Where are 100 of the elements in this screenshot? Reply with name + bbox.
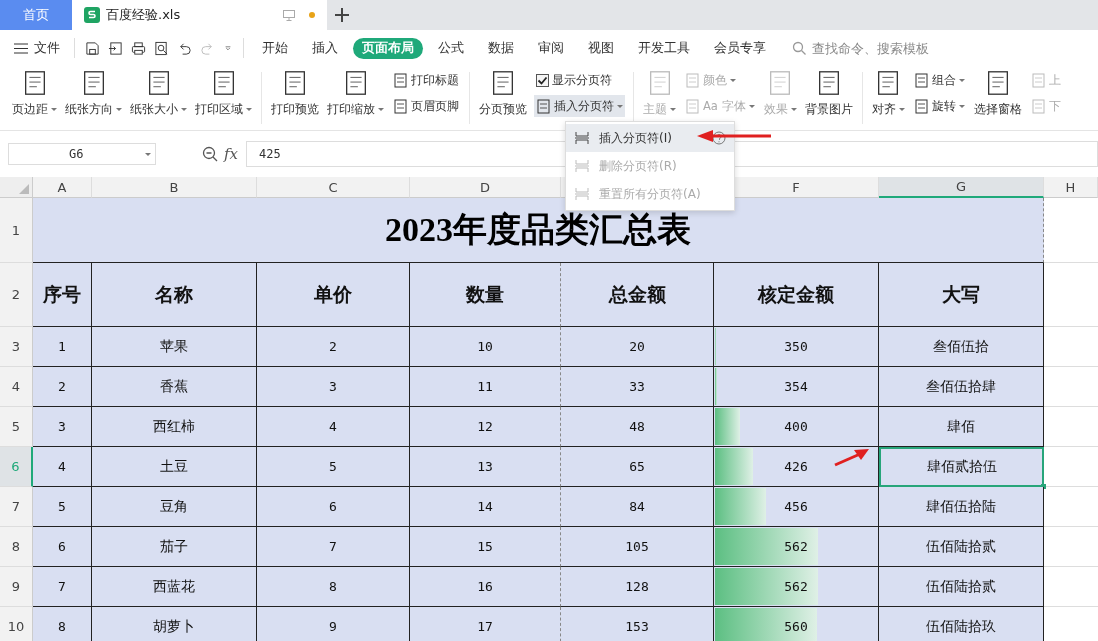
caret-icon	[958, 78, 965, 82]
table-header: 核定金额	[714, 263, 879, 327]
row-header[interactable]: 4	[0, 367, 33, 407]
page-icon	[913, 98, 929, 114]
page-icon	[393, 98, 408, 114]
ribbon-button[interactable]: 纸张大小	[126, 69, 191, 117]
table-cell: 9	[257, 607, 410, 641]
ribbon-tab[interactable]: 插入	[303, 37, 347, 59]
caret-icon	[790, 108, 797, 111]
ribbon-tab[interactable]: 会员专享	[705, 37, 775, 59]
function-label[interactable]: fx	[224, 145, 238, 163]
ribbon-button[interactable]: 选择窗格	[969, 69, 1026, 117]
table-cell: 4	[33, 447, 92, 487]
table-cell: 400	[714, 407, 879, 447]
column-header[interactable]: A	[33, 177, 92, 198]
row-header[interactable]: 2	[0, 263, 33, 327]
table-cell: 12	[410, 407, 561, 447]
ribbon-button[interactable]: 分页预览	[475, 69, 531, 117]
file-tab[interactable]: 百度经验.xls	[72, 0, 327, 30]
new-tab-icon[interactable]	[335, 8, 349, 22]
checkbox-icon	[536, 73, 549, 87]
name-box[interactable]: G6	[8, 143, 156, 165]
caret-icon	[958, 104, 965, 108]
ribbon-button[interactable]: 旋转	[911, 95, 967, 117]
column-header[interactable]: D	[410, 177, 561, 198]
table-cell: 4	[257, 407, 410, 447]
table-cell: 2	[33, 367, 92, 407]
table-cell: 伍佰陆拾贰	[879, 527, 1044, 567]
ribbon-tab[interactable]: 开始	[253, 37, 297, 59]
table-cell: 17	[410, 607, 561, 641]
row-header[interactable]: 5	[0, 407, 33, 447]
zoom-icon[interactable]	[202, 146, 218, 162]
table-cell: 426	[714, 447, 879, 487]
ribbon-button[interactable]: 打印预览	[267, 69, 323, 117]
save-icon[interactable]	[85, 40, 100, 56]
ribbon-button[interactable]: 背景图片	[800, 69, 857, 117]
ribbon-tab[interactable]: 公式	[429, 37, 473, 59]
table-cell: 3	[257, 367, 410, 407]
row-header[interactable]: 7	[0, 487, 33, 527]
ribbon-button[interactable]: 打印缩放	[323, 69, 388, 117]
caret-icon	[51, 108, 57, 111]
ribbon-tab[interactable]: 审阅	[529, 37, 573, 59]
column-header[interactable]: B	[92, 177, 257, 198]
ribbon-button[interactable]: 打印区域	[191, 69, 256, 117]
row-header[interactable]: 10	[0, 607, 33, 641]
help-icon[interactable]	[712, 131, 726, 145]
table-cell: 6	[33, 527, 92, 567]
caret-icon	[181, 108, 187, 111]
ribbon-button[interactable]: 页边距	[8, 69, 61, 117]
table-cell: 肆佰贰拾伍	[879, 447, 1044, 487]
row-header[interactable]: 1	[0, 198, 33, 263]
ribbon-button[interactable]: 对齐	[867, 69, 909, 117]
table-cell: 7	[257, 527, 410, 567]
spreadsheet-icon	[84, 7, 100, 23]
table-cell: 105	[561, 527, 714, 567]
table-cell: 叁佰伍拾	[879, 327, 1044, 367]
table-cell: 1	[33, 327, 92, 367]
page-break-icon	[574, 187, 590, 201]
checkbox[interactable]: 显示分页符	[534, 69, 625, 91]
table-cell: 16	[410, 567, 561, 607]
ribbon-button[interactable]: 打印标题	[391, 69, 461, 91]
ribbon-button[interactable]: 纸张方向	[61, 69, 126, 117]
table-cell: 560	[714, 607, 879, 641]
page-icon	[1030, 72, 1046, 88]
menu-item[interactable]: 插入分页符(I)	[566, 124, 734, 152]
search-icon	[792, 41, 806, 55]
column-header[interactable]: H	[1044, 177, 1098, 198]
table-cell: 562	[714, 527, 879, 567]
table-cell: 西蓝花	[92, 567, 257, 607]
caret-icon	[116, 108, 122, 111]
table-cell: 3	[33, 407, 92, 447]
file-menu[interactable]: 文件	[14, 39, 68, 57]
print-icon[interactable]	[131, 40, 146, 56]
table-cell: 伍佰陆拾贰	[879, 567, 1044, 607]
ribbon-tab[interactable]: 开发工具	[629, 37, 699, 59]
row-header[interactable]: 3	[0, 327, 33, 367]
print-preview-icon[interactable]	[154, 40, 169, 56]
column-header[interactable]: G	[879, 177, 1044, 198]
search-field[interactable]: 查找命令、搜索模板	[792, 39, 954, 57]
page-icon	[685, 98, 700, 114]
ribbon-button[interactable]: 组合	[911, 69, 967, 91]
row-header[interactable]: 9	[0, 567, 33, 607]
table-cell: 84	[561, 487, 714, 527]
column-header[interactable]: C	[257, 177, 410, 198]
table-cell: 7	[33, 567, 92, 607]
row-header[interactable]: 8	[0, 527, 33, 567]
table-cell: 8	[33, 607, 92, 641]
ribbon-tab[interactable]: 数据	[479, 37, 523, 59]
ribbon-button[interactable]: 插入分页符	[534, 95, 625, 117]
table-cell: 土豆	[92, 447, 257, 487]
sheet-title: 2023年度品类汇总表	[33, 198, 1044, 263]
table-cell: 562	[714, 567, 879, 607]
table-cell: 香蕉	[92, 367, 257, 407]
table-cell: 48	[561, 407, 714, 447]
table-cell: 11	[410, 367, 561, 407]
ribbon-button[interactable]: 页眉页脚	[391, 95, 461, 117]
export-icon[interactable]	[108, 40, 123, 56]
caret-icon	[246, 108, 252, 111]
table-header: 大写	[879, 263, 1044, 327]
ribbon-tab[interactable]: 视图	[579, 37, 623, 59]
